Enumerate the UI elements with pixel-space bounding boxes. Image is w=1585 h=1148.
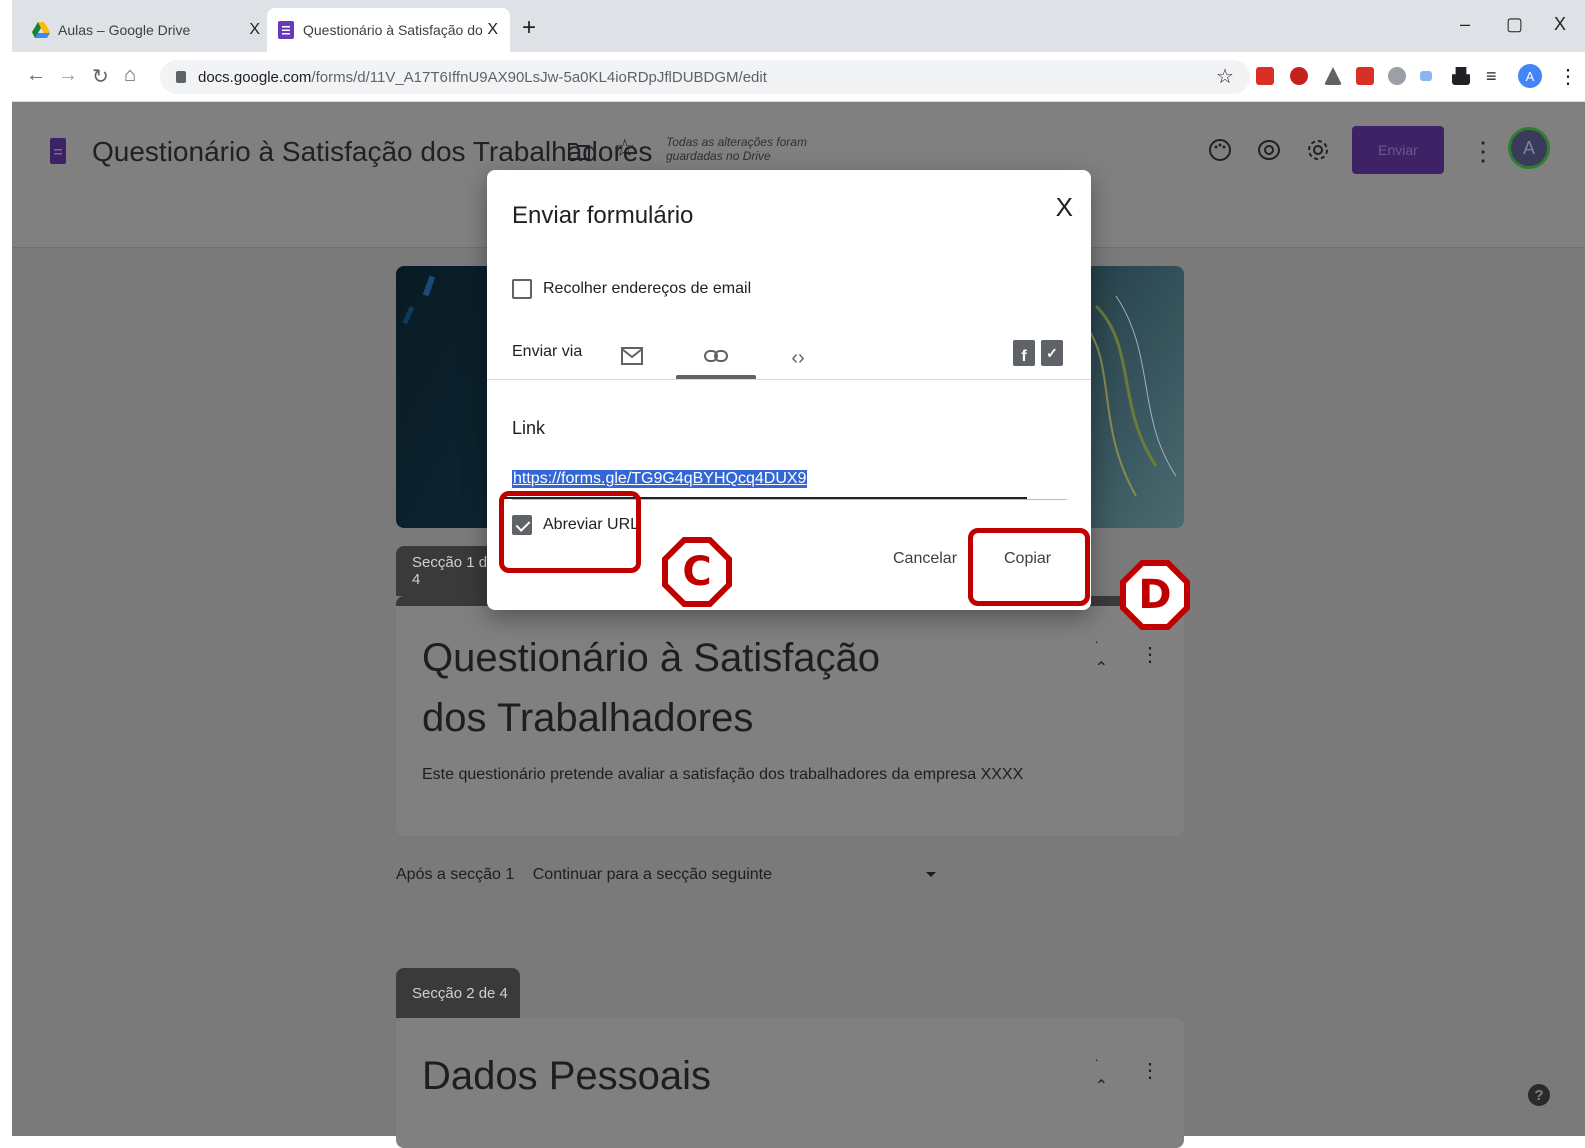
star-icon[interactable]: ☆ [614,134,636,163]
minimize-button[interactable]: – [1460,14,1470,35]
url-path: /forms/d/11V_A17T6IffnU9AX90LsJw-5a0KL4i… [311,68,767,86]
extension-red-icon[interactable] [1356,67,1374,85]
section-menu-icon[interactable]: ⋮ [1140,642,1160,667]
after-section-selector[interactable]: Após a secção 1 Continuar para a secção … [396,866,936,884]
collect-emails-label: Recolher endereços de email [543,280,752,297]
link-icon [704,349,728,368]
save-status: Todas as alterações foram guardadas no D… [666,135,807,163]
extension-lastpass-icon[interactable] [1256,67,1274,85]
extension-adblock-icon[interactable] [1290,67,1308,85]
section-1-card[interactable]: Questionário à Satisfação dos Trabalhado… [396,596,1184,836]
browser-toolbar: ← → ↻ ⌂ docs.google.com /forms/d/11V_A17… [12,52,1585,102]
address-bar[interactable]: docs.google.com /forms/d/11V_A17T6IffnU9… [160,60,1250,94]
extensions-puzzle-icon[interactable] [1452,67,1470,85]
close-window-button[interactable]: X [1554,14,1566,35]
after-section-value[interactable]: Continuar para a secção seguinte [533,866,772,883]
new-tab-button[interactable]: + [522,14,536,42]
browser-menu-icon[interactable]: ⋮ [1558,64,1578,89]
folder-icon[interactable] [568,142,590,165]
annotation-marker-c: C [662,537,732,607]
tab-forms[interactable]: Questionário à Satisfação dos Tra X [267,8,510,52]
section-2-card[interactable]: Dados Pessoais ˙ ⌃ ⋮ [396,1018,1184,1148]
facebook-icon[interactable]: f [1013,340,1035,366]
email-icon [621,346,643,370]
google-drive-icon [32,21,50,39]
twitter-icon[interactable]: ✓ [1041,340,1063,366]
send-button[interactable]: Enviar [1352,126,1444,174]
more-options-icon[interactable]: ⋮ [1470,136,1496,167]
close-tab-icon[interactable]: X [249,21,260,39]
section-1-title[interactable]: Questionário à Satisfação dos Trabalhado… [422,628,922,748]
section-2-title[interactable]: Dados Pessoais [422,1046,711,1106]
close-tab-icon[interactable]: X [487,21,498,39]
tab-email[interactable] [592,336,672,380]
reading-list-icon[interactable]: ≡ [1486,66,1497,87]
settings-gear-icon[interactable] [1306,138,1330,167]
link-value[interactable]: https://forms.gle/TG9G4qBYHQcq4DUX9 [512,470,808,488]
home-icon[interactable]: ⌂ [124,64,136,87]
close-dialog-icon[interactable]: X [1056,192,1073,223]
bookmark-star-icon[interactable]: ☆ [1216,64,1234,89]
annotation-label-c: C [668,543,726,601]
annotation-box-copy [968,528,1090,606]
back-icon[interactable]: ← [26,64,46,87]
dropdown-arrow-icon[interactable] [926,872,936,877]
tab-title: Aulas – Google Drive [58,22,191,38]
annotation-marker-d: D [1120,560,1190,630]
url-host: docs.google.com [198,68,312,86]
preview-eye-icon[interactable] [1257,138,1281,167]
account-avatar[interactable]: A [1508,127,1550,169]
tab-embed[interactable]: ‹› [758,336,838,380]
extension-audio-icon[interactable] [1420,71,1432,81]
section-1-description[interactable]: Este questionário pretende avaliar a sat… [422,766,1023,784]
annotation-label-d: D [1126,566,1184,624]
cancel-button[interactable]: Cancelar [893,550,957,568]
forms-logo-icon[interactable] [50,138,66,169]
palette-icon[interactable] [1208,138,1232,167]
embed-code-icon: ‹› [791,346,805,369]
tab-title: Questionário à Satisfação dos Tra [303,22,483,38]
after-section-label: Após a secção 1 [396,866,515,883]
send-via-label: Enviar via [512,343,583,360]
section-2-tab: Secção 2 de 4 [396,968,520,1018]
maximize-button[interactable]: ▢ [1506,14,1523,35]
collapse-icon[interactable]: ˙ ⌃ [1095,640,1108,678]
forward-icon[interactable]: → [58,64,78,87]
extension-tool-icon[interactable] [1388,67,1406,85]
annotation-box-shorten-url [499,491,641,573]
link-label: Link [512,418,546,438]
reload-icon[interactable]: ↻ [92,64,109,89]
dialog-divider [487,379,1091,380]
tab-link[interactable] [676,336,756,380]
google-forms-icon [277,21,295,39]
lock-icon [176,71,186,83]
browser-tab-bar: Aulas – Google Drive X Questionário à Sa… [12,0,1585,52]
tab-google-drive[interactable]: Aulas – Google Drive X [22,8,272,52]
help-icon[interactable]: ? [1528,1084,1550,1106]
dialog-title: Enviar formulário [512,202,694,229]
collect-emails-checkbox[interactable] [512,279,532,299]
collapse-icon[interactable]: ˙ ⌃ [1095,1058,1108,1096]
profile-avatar[interactable]: A [1518,64,1542,88]
section-menu-icon[interactable]: ⋮ [1140,1058,1160,1083]
extension-drive-icon[interactable] [1324,67,1342,85]
